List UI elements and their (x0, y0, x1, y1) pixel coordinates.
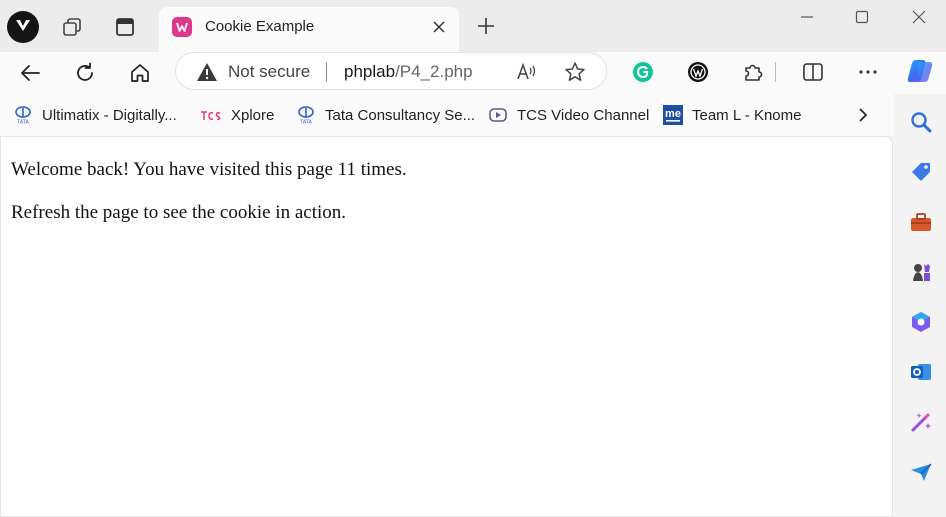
extensions-button[interactable] (738, 57, 768, 87)
minimize-button[interactable] (787, 4, 827, 30)
puzzle-icon (745, 64, 763, 81)
profile-icon (16, 20, 30, 31)
bookmark-label: TCS Video Channel (517, 106, 650, 124)
navigation-toolbar: Not secure phplab/P4_2.php (0, 52, 946, 94)
warning-icon[interactable] (196, 62, 218, 82)
wand-icon (911, 413, 931, 432)
wordpress-extension-button[interactable] (683, 57, 713, 87)
wamp-favicon-icon (172, 17, 192, 37)
copilot-icon (907, 60, 933, 82)
tab-close-button[interactable] (429, 17, 449, 37)
workspaces-button[interactable] (57, 12, 87, 42)
more-options-button[interactable] (853, 57, 883, 87)
close-window-icon (912, 10, 926, 24)
address-bar[interactable]: Not secure phplab/P4_2.php (175, 52, 607, 90)
tata-icon: TATA (13, 105, 33, 125)
read-aloud-icon (517, 62, 536, 80)
bookmark-team-knome[interactable]: me Team L - Knome (663, 102, 802, 128)
more-bookmarks-button[interactable] (850, 102, 876, 128)
grammarly-icon (633, 62, 653, 82)
maximize-icon (855, 10, 869, 24)
sidebar-games-button[interactable] (908, 259, 934, 285)
bookmark-xplore[interactable]: Xplore (200, 102, 274, 128)
vertical-tabs-icon (116, 18, 134, 36)
bookmark-tcs-video-channel[interactable]: TCS Video Channel (488, 102, 649, 128)
copilot-button[interactable] (903, 55, 937, 87)
active-tab[interactable]: Cookie Example (159, 7, 459, 52)
bookmark-label: Tata Consultancy Se... (325, 106, 476, 124)
knome-icon: me (663, 105, 683, 125)
grammarly-extension-button[interactable] (628, 57, 658, 87)
tata-icon: TATA (296, 105, 316, 125)
star-icon (565, 62, 585, 81)
title-bar: Cookie Example (0, 0, 946, 52)
search-icon (911, 112, 932, 133)
svg-text:me: me (665, 108, 681, 120)
security-status-text[interactable]: Not secure (228, 62, 310, 82)
vertical-tabs-button[interactable] (110, 12, 140, 42)
outlook-icon (911, 364, 931, 380)
page-content: Welcome back! You have visited this page… (0, 136, 893, 517)
tab-title: Cookie Example (205, 18, 315, 35)
bookmark-ultimatix[interactable]: TATA Ultimatix - Digitally... (13, 102, 177, 128)
edge-sidebar (894, 94, 946, 517)
tag-icon (912, 163, 930, 181)
microsoft365-icon (912, 312, 930, 332)
tcs-icon (200, 105, 222, 125)
chevron-right-icon (859, 108, 868, 122)
refresh-instruction: Refresh the page to see the cookie in ac… (11, 202, 347, 223)
split-screen-icon (803, 63, 823, 81)
sidebar-search-button[interactable] (908, 109, 934, 135)
read-aloud-button[interactable] (514, 59, 540, 85)
back-arrow-icon (21, 65, 40, 81)
video-icon (488, 105, 508, 125)
bookmark-tata-consultancy[interactable]: TATA Tata Consultancy Se... (296, 102, 475, 128)
sidebar-copilot-apps-button[interactable] (908, 309, 934, 335)
profile-avatar[interactable] (7, 11, 39, 43)
workspaces-icon (63, 18, 81, 36)
sidebar-drop-button[interactable] (908, 459, 934, 485)
bookmarks-bar: TATA Ultimatix - Digitally... Xplore TAT… (0, 94, 946, 136)
toolbox-icon (911, 213, 931, 231)
new-tab-button[interactable] (472, 12, 500, 40)
refresh-button[interactable] (69, 57, 101, 89)
ellipsis-icon (859, 70, 877, 74)
address-separator (326, 62, 327, 82)
back-button[interactable] (14, 57, 46, 89)
url-path: /P4_2.php (395, 62, 473, 81)
bookmark-label: Team L - Knome (692, 106, 802, 124)
sidebar-designer-button[interactable] (908, 409, 934, 435)
sidebar-outlook-button[interactable] (908, 359, 934, 385)
svg-text:TATA: TATA (17, 120, 29, 125)
bookmark-label: Xplore (231, 106, 275, 124)
home-button[interactable] (124, 57, 156, 89)
maximize-button[interactable] (842, 4, 882, 30)
wordpress-icon (688, 62, 708, 82)
bookmark-label: Ultimatix - Digitally... (42, 106, 177, 124)
send-icon (911, 463, 932, 481)
chess-icon (913, 264, 930, 281)
url-text[interactable]: phplab/P4_2.php (344, 62, 473, 82)
plus-icon (478, 18, 494, 34)
close-window-button[interactable] (899, 4, 939, 30)
minimize-icon (801, 16, 813, 18)
svg-text:TATA: TATA (300, 120, 312, 125)
split-screen-button[interactable] (798, 57, 828, 87)
visit-count-message: Welcome back! You have visited this page… (11, 159, 407, 180)
favorite-button[interactable] (562, 59, 588, 85)
url-host: phplab (344, 62, 396, 81)
close-icon (433, 21, 445, 33)
home-icon (131, 64, 149, 82)
toolbar-divider (770, 57, 780, 87)
refresh-icon (77, 62, 93, 81)
sidebar-tools-button[interactable] (908, 209, 934, 235)
sidebar-shopping-button[interactable] (908, 159, 934, 185)
